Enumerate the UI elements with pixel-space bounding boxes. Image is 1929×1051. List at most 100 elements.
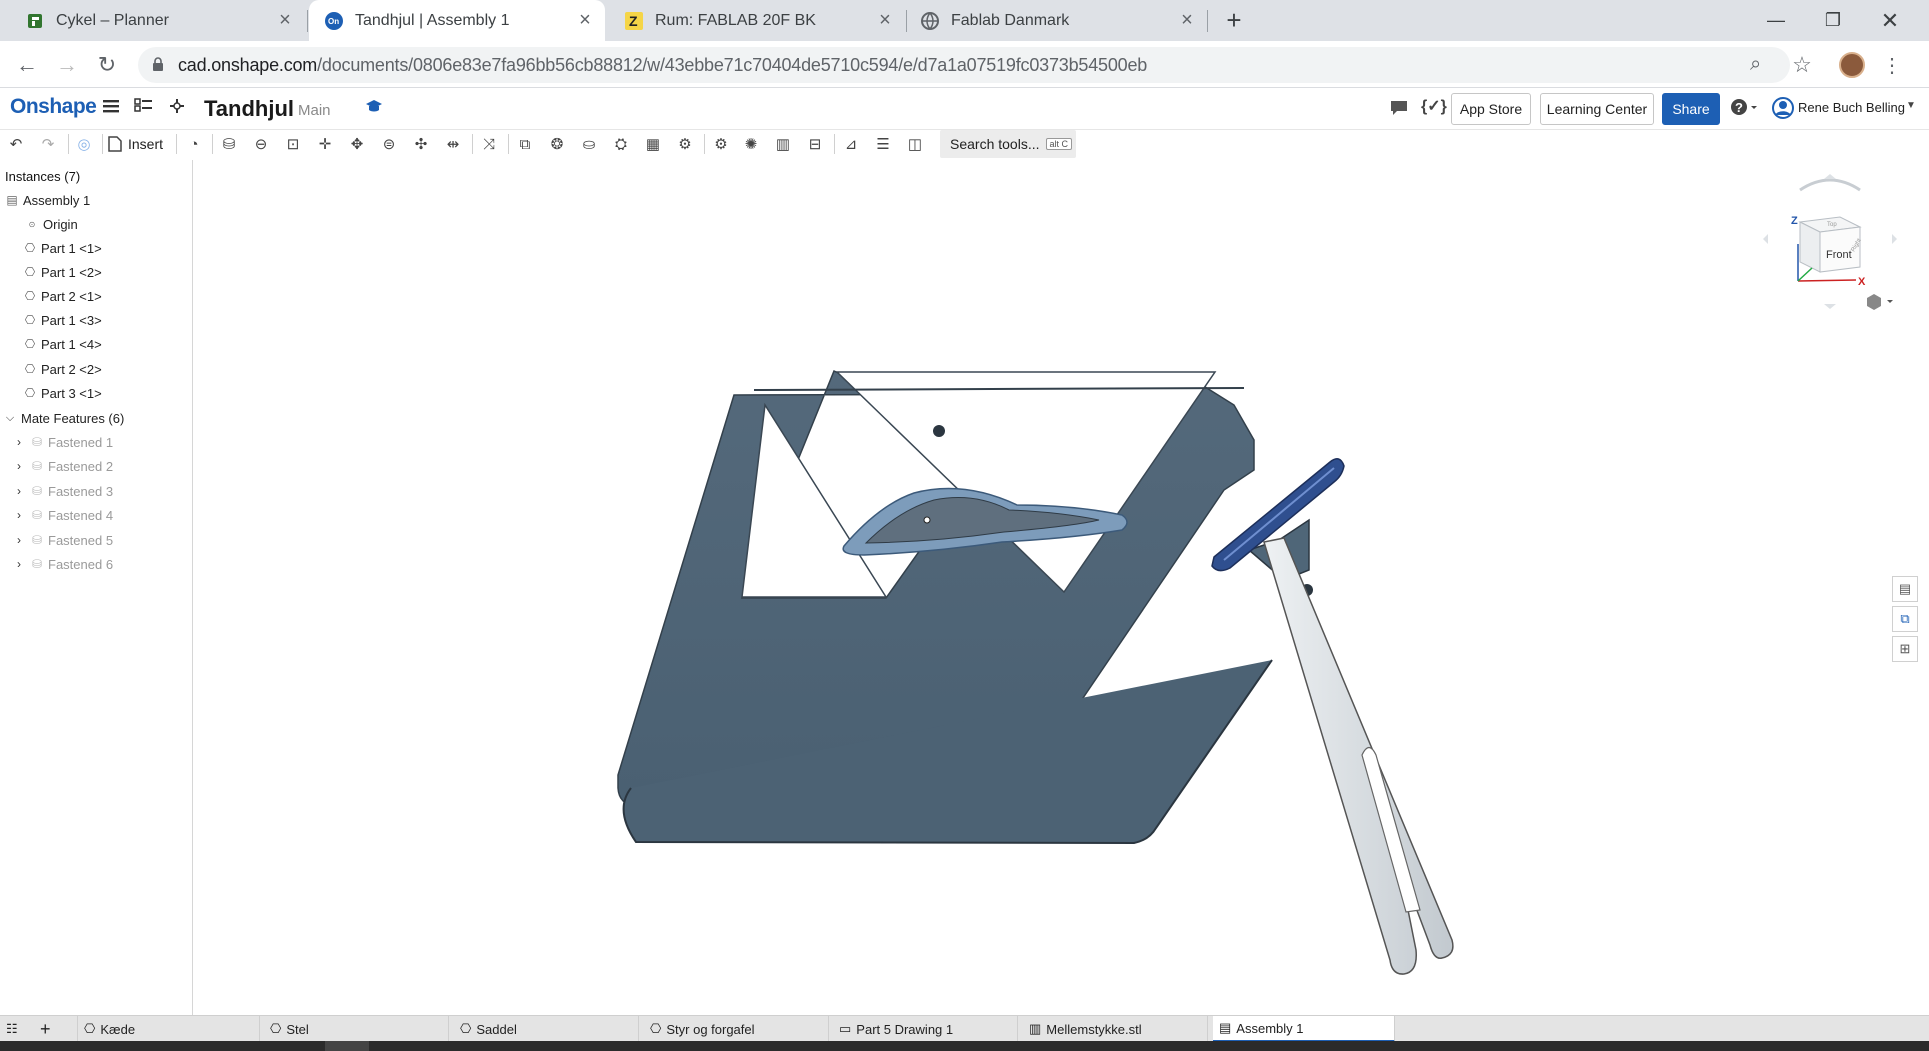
circular-pattern-icon[interactable]: ✺ (740, 133, 762, 155)
tree-item-mate[interactable]: › ⛁ Fastened 4 (12, 504, 113, 526)
rack-pinion-icon[interactable]: ▦ (642, 133, 664, 155)
restore-button[interactable]: ❐ (1805, 0, 1861, 41)
cylindrical-mate-icon[interactable]: ✥ (346, 133, 368, 155)
update-icon[interactable]: ◎ (73, 133, 95, 155)
section-view-icon[interactable]: ◫ (904, 133, 926, 155)
cube-face-front[interactable]: Front (1826, 249, 1852, 261)
screw-relation-icon[interactable]: ⚙ (674, 133, 696, 155)
chevron-right-icon[interactable]: › (12, 484, 26, 498)
reload-button[interactable]: ↻ (91, 49, 123, 81)
learning-center-button[interactable]: Learning Center (1540, 93, 1654, 125)
chevron-right-icon[interactable]: › (12, 459, 26, 473)
document-name[interactable]: Tandhjul (204, 96, 294, 122)
chevron-right-icon[interactable]: › (12, 508, 26, 522)
element-tab-active[interactable]: ▤ Assembly 1 (1213, 1016, 1395, 1042)
bicycle-model[interactable] (194, 160, 1886, 1015)
browser-tab-onshape[interactable]: On Tandhjul | Assembly 1 × (309, 0, 605, 41)
cube-face-top[interactable]: Top (1827, 222, 1837, 228)
back-button[interactable]: ← (11, 49, 43, 81)
tree-item-part[interactable]: ⎔ Part 3 <1> (23, 382, 102, 404)
onshape-logo[interactable]: Onshape (10, 95, 97, 119)
learning-cap-icon[interactable] (365, 98, 383, 119)
hamburger-menu-icon[interactable] (103, 97, 121, 120)
browser-menu-icon[interactable]: ⋮ (1876, 49, 1908, 81)
element-tab[interactable]: ⎔ Stel (264, 1016, 449, 1042)
measure-icon[interactable]: ⊿ (840, 133, 862, 155)
app-store-button[interactable]: App Store (1451, 93, 1531, 125)
revolute-mate-icon[interactable]: ⊖ (250, 133, 272, 155)
help-icon[interactable]: ? (1730, 98, 1760, 121)
tree-item-part[interactable]: ⎔ Part 1 <3> (23, 309, 102, 331)
user-name[interactable]: Rene Buch Belling (1798, 100, 1905, 115)
parallel-mate-icon[interactable]: ⇹ (442, 133, 464, 155)
view-cube[interactable]: Front Top Right Z X (1760, 172, 1900, 322)
chevron-right-icon[interactable]: › (12, 557, 26, 571)
tree-item-part[interactable]: ⎔ Part 1 <2> (23, 261, 102, 283)
close-tab-icon[interactable]: × (873, 9, 897, 32)
add-element-button[interactable]: + (34, 1016, 78, 1042)
close-window-button[interactable]: ✕ (1862, 0, 1918, 41)
view-options-cube-icon[interactable] (1867, 294, 1893, 310)
zoom-icon[interactable]: ⌕ (1750, 53, 1761, 76)
planar-mate-icon[interactable]: ✛ (314, 133, 336, 155)
user-menu-chevron-icon[interactable]: ▼ (1906, 100, 1916, 111)
appearance-panel-icon[interactable]: ⧉ (1892, 606, 1918, 632)
share-button[interactable]: Share (1662, 93, 1720, 125)
mate-connector-icon[interactable]: ❂ (546, 133, 568, 155)
rotate-right-arrow-icon[interactable] (1892, 234, 1897, 244)
element-tab[interactable]: ⎔ Styr og forgafel (644, 1016, 829, 1042)
search-tools-input[interactable]: Search tools... alt C (940, 130, 1076, 158)
tree-item-part[interactable]: ⎔ Part 1 <4> (23, 333, 102, 355)
gear-relation-icon[interactable]: ⛭ (610, 133, 632, 155)
redo-icon[interactable]: ↷ (37, 133, 59, 155)
configurations-icon[interactable] (168, 97, 186, 120)
rotate-down-arrow-icon[interactable] (1824, 304, 1836, 309)
mate-panel-icon[interactable]: ⊞ (1892, 636, 1918, 662)
chevron-right-icon[interactable]: › (12, 533, 26, 547)
tree-item-part[interactable]: ⎔ Part 2 <2> (23, 358, 102, 380)
element-tab[interactable]: ▥ Mellemstykke.stl (1023, 1016, 1208, 1042)
graphics-viewport[interactable] (194, 160, 1886, 1015)
minimize-button[interactable]: — (1748, 0, 1804, 41)
explode-icon[interactable]: ▥ (772, 133, 794, 155)
tree-item-assembly[interactable]: ▤ Assembly 1 (5, 189, 90, 211)
forward-button[interactable]: → (51, 49, 83, 81)
chevron-down-icon[interactable]: ⌵ (3, 411, 17, 425)
tree-item-part[interactable]: ⎔ Part 2 <1> (23, 285, 102, 307)
feature-list-icon[interactable] (134, 97, 154, 120)
element-tab[interactable]: ▭ Part 5 Drawing 1 (833, 1016, 1018, 1042)
insert-button[interactable]: Insert (108, 132, 163, 156)
slider-mate-icon[interactable]: ⊡ (282, 133, 304, 155)
close-tab-icon[interactable]: × (1175, 9, 1199, 32)
ball-mate-icon[interactable]: ✣ (410, 133, 432, 155)
tab-manager-icon[interactable]: ☷ (0, 1016, 34, 1042)
element-tab[interactable]: ⎔ Kæde (78, 1016, 260, 1042)
browser-tab-zulip[interactable]: Z Rum: FABLAB 20F BK × (605, 0, 905, 41)
relation-icon[interactable]: ⛀ (578, 133, 600, 155)
properties-panel-icon[interactable]: ▤ (1892, 576, 1918, 602)
tree-item-mate[interactable]: › ⛁ Fastened 6 (12, 553, 113, 575)
tangent-mate-icon[interactable]: ⤨ (478, 133, 500, 155)
tree-item-mate[interactable]: › ⛁ Fastened 3 (12, 480, 113, 502)
tree-item-mate[interactable]: › ⛁ Fastened 2 (12, 455, 113, 477)
fork-part[interactable] (1263, 537, 1454, 975)
pin-slot-mate-icon[interactable]: ⊜ (378, 133, 400, 155)
element-tab[interactable]: ⎔ Saddel (454, 1016, 639, 1042)
rotate-arc-icon[interactable] (1799, 178, 1861, 192)
chevron-right-icon[interactable]: › (12, 435, 26, 449)
bookmark-star-icon[interactable]: ☆ (1786, 49, 1818, 81)
close-tab-icon[interactable]: × (573, 9, 597, 32)
branch-label[interactable]: Main (298, 102, 331, 119)
group-icon[interactable]: ⧉ (514, 133, 536, 155)
rotate-up-arrow-icon[interactable] (1824, 174, 1836, 179)
tree-item-mate[interactable]: › ⛁ Fastened 1 (12, 431, 113, 453)
profile-avatar[interactable] (1839, 52, 1865, 78)
tree-item-part[interactable]: ⎔ Part 1 <1> (23, 237, 102, 259)
close-tab-icon[interactable]: × (273, 9, 297, 32)
rotate-left-arrow-icon[interactable] (1763, 234, 1768, 244)
new-tab-button[interactable]: + (1206, 0, 1262, 41)
bom-icon[interactable]: ☰ (872, 133, 894, 155)
undo-icon[interactable]: ↶ (5, 133, 27, 155)
linear-pattern-icon[interactable]: ⚙ (710, 133, 732, 155)
comments-icon[interactable] (1389, 98, 1409, 121)
